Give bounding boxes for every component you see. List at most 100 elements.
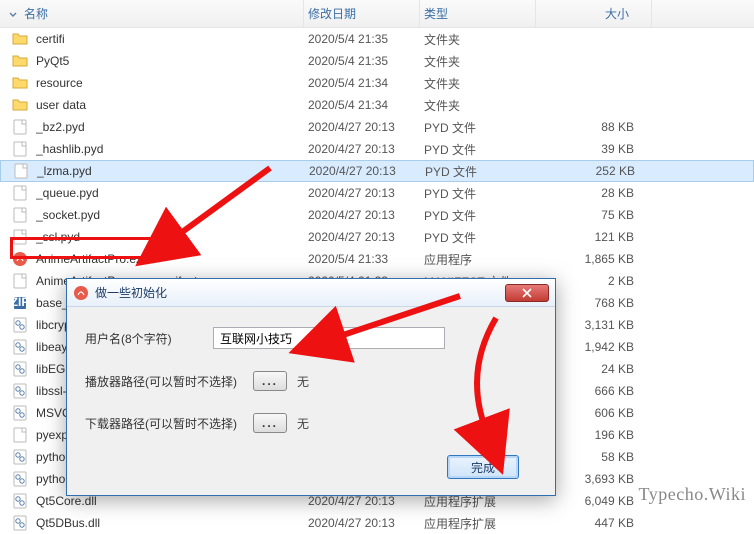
dll-icon bbox=[12, 405, 28, 421]
file-name: _bz2.pyd bbox=[36, 120, 308, 134]
player-path-label: 播放器路径(可以暂时不选择) bbox=[85, 373, 253, 390]
file-icon bbox=[13, 163, 29, 179]
init-dialog: 做一些初始化 用户名(8个字符) 播放器路径(可以暂时不选择) ... 无 下载… bbox=[66, 278, 556, 496]
file-row[interactable]: Qt5DBus.dll2020/4/27 20:13应用程序扩展447 KB bbox=[0, 512, 754, 534]
file-row[interactable]: PyQt52020/5/4 21:35文件夹 bbox=[0, 50, 754, 72]
file-date: 2020/4/27 20:13 bbox=[308, 516, 424, 530]
file-icon bbox=[12, 207, 28, 223]
file-date: 2020/4/27 20:13 bbox=[308, 208, 424, 222]
file-date: 2020/4/27 20:13 bbox=[308, 230, 424, 244]
column-date-label: 修改日期 bbox=[308, 5, 356, 22]
file-icon bbox=[12, 427, 28, 443]
file-size: 252 KB bbox=[541, 164, 657, 178]
column-name-label: 名称 bbox=[24, 5, 48, 22]
watermark: Typecho.Wiki bbox=[639, 484, 747, 505]
column-header-row: 名称 修改日期 类型 大小 bbox=[0, 0, 754, 28]
svg-text:ZIP: ZIP bbox=[12, 295, 28, 309]
file-size: 39 KB bbox=[540, 142, 656, 156]
file-row[interactable]: user data2020/5/4 21:34文件夹 bbox=[0, 94, 754, 116]
file-row[interactable]: _queue.pyd2020/4/27 20:13PYD 文件28 KB bbox=[0, 182, 754, 204]
dialog-body: 用户名(8个字符) 播放器路径(可以暂时不选择) ... 无 下载器路径(可以暂… bbox=[67, 307, 555, 495]
dll-icon bbox=[12, 339, 28, 355]
dialog-titlebar[interactable]: 做一些初始化 bbox=[67, 279, 555, 307]
file-type: 文件夹 bbox=[424, 97, 540, 114]
file-row[interactable]: _bz2.pyd2020/4/27 20:13PYD 文件88 KB bbox=[0, 116, 754, 138]
file-size: 2 KB bbox=[540, 274, 656, 288]
file-date: 2020/4/27 20:13 bbox=[308, 494, 424, 508]
file-size: 606 KB bbox=[540, 406, 656, 420]
app-icon bbox=[73, 285, 89, 301]
file-date: 2020/4/27 20:13 bbox=[309, 164, 425, 178]
file-icon bbox=[12, 119, 28, 135]
file-size: 88 KB bbox=[540, 120, 656, 134]
file-type: 应用程序 bbox=[424, 251, 540, 268]
file-date: 2020/5/4 21:35 bbox=[308, 54, 424, 68]
file-type: PYD 文件 bbox=[424, 141, 540, 158]
username-input[interactable] bbox=[213, 327, 445, 349]
file-date: 2020/5/4 21:33 bbox=[308, 252, 424, 266]
downloader-path-label: 下载器路径(可以暂时不选择) bbox=[85, 415, 253, 432]
sort-arrow-icon bbox=[8, 9, 18, 19]
file-type: 文件夹 bbox=[424, 53, 540, 70]
dialog-title: 做一些初始化 bbox=[95, 284, 505, 301]
file-name: _hashlib.pyd bbox=[36, 142, 308, 156]
ok-button[interactable]: 完成 bbox=[447, 455, 519, 479]
file-date: 2020/4/27 20:13 bbox=[308, 120, 424, 134]
file-date: 2020/5/4 21:35 bbox=[308, 32, 424, 46]
file-icon bbox=[12, 273, 28, 289]
file-size: 3,131 KB bbox=[540, 318, 656, 332]
file-row[interactable]: certifi2020/5/4 21:35文件夹 bbox=[0, 28, 754, 50]
column-type-label: 类型 bbox=[424, 5, 448, 22]
player-browse-button[interactable]: ... bbox=[253, 371, 287, 391]
file-date: 2020/4/27 20:13 bbox=[308, 186, 424, 200]
downloader-path-field: 下载器路径(可以暂时不选择) ... 无 bbox=[85, 413, 539, 433]
dll-icon bbox=[12, 383, 28, 399]
file-row[interactable]: resource2020/5/4 21:34文件夹 bbox=[0, 72, 754, 94]
file-size: 24 KB bbox=[540, 362, 656, 376]
column-size[interactable]: 大小 bbox=[536, 0, 652, 27]
file-type: PYD 文件 bbox=[424, 119, 540, 136]
file-size: 58 KB bbox=[540, 450, 656, 464]
file-name: user data bbox=[36, 98, 308, 112]
file-type: 文件夹 bbox=[424, 75, 540, 92]
file-icon bbox=[12, 141, 28, 157]
file-type: PYD 文件 bbox=[424, 229, 540, 246]
file-icon bbox=[12, 185, 28, 201]
file-type: 文件夹 bbox=[424, 31, 540, 48]
dll-icon bbox=[12, 361, 28, 377]
player-path-value: 无 bbox=[297, 373, 309, 390]
file-size: 196 KB bbox=[540, 428, 656, 442]
close-icon bbox=[522, 288, 532, 298]
file-size: 1,942 KB bbox=[540, 340, 656, 354]
file-size: 768 KB bbox=[540, 296, 656, 310]
dll-icon bbox=[12, 471, 28, 487]
dll-icon bbox=[12, 317, 28, 333]
file-row[interactable]: _hashlib.pyd2020/4/27 20:13PYD 文件39 KB bbox=[0, 138, 754, 160]
file-type: 应用程序扩展 bbox=[424, 515, 540, 532]
column-type[interactable]: 类型 bbox=[420, 0, 536, 27]
file-date: 2020/5/4 21:34 bbox=[308, 76, 424, 90]
folder-icon bbox=[12, 97, 28, 113]
file-row[interactable]: _lzma.pyd2020/4/27 20:13PYD 文件252 KB bbox=[0, 160, 754, 182]
file-type: PYD 文件 bbox=[424, 207, 540, 224]
dll-icon bbox=[12, 515, 28, 531]
downloader-path-value: 无 bbox=[297, 415, 309, 432]
zip-icon: ZIP bbox=[12, 295, 28, 311]
close-button[interactable] bbox=[505, 284, 549, 302]
column-name[interactable]: 名称 bbox=[4, 0, 304, 27]
folder-icon bbox=[12, 31, 28, 47]
file-row[interactable]: _socket.pyd2020/4/27 20:13PYD 文件75 KB bbox=[0, 204, 754, 226]
file-size: 121 KB bbox=[540, 230, 656, 244]
file-size: 447 KB bbox=[540, 516, 656, 530]
file-type: PYD 文件 bbox=[424, 185, 540, 202]
folder-icon bbox=[12, 75, 28, 91]
file-name: Qt5DBus.dll bbox=[36, 516, 308, 530]
file-size: 28 KB bbox=[540, 186, 656, 200]
column-size-label: 大小 bbox=[605, 5, 629, 22]
downloader-browse-button[interactable]: ... bbox=[253, 413, 287, 433]
file-date: 2020/5/4 21:34 bbox=[308, 98, 424, 112]
file-name: _lzma.pyd bbox=[37, 164, 309, 178]
column-date[interactable]: 修改日期 bbox=[304, 0, 420, 27]
player-path-field: 播放器路径(可以暂时不选择) ... 无 bbox=[85, 371, 539, 391]
file-date: 2020/4/27 20:13 bbox=[308, 142, 424, 156]
